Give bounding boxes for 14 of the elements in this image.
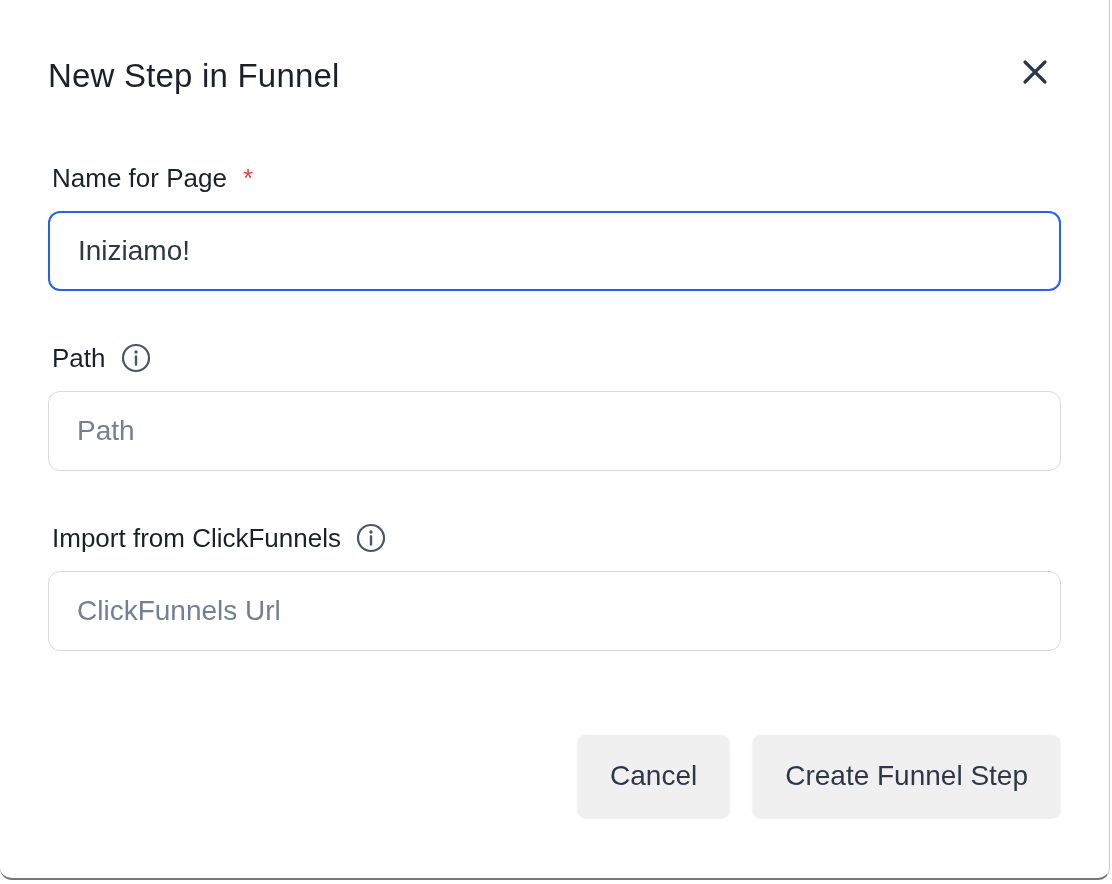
field-label: Name for Page — [52, 162, 227, 194]
close-icon — [1022, 59, 1048, 85]
info-icon[interactable] — [119, 342, 152, 374]
text-input[interactable]: Path — [48, 391, 1061, 471]
info-icon[interactable] — [354, 522, 387, 554]
close-button[interactable] — [1021, 58, 1049, 86]
field-label: Path — [52, 342, 106, 374]
text-input[interactable]: Iniziamo! — [48, 211, 1061, 291]
dialog-title: New Step in Funnel — [48, 57, 340, 95]
dialog-button[interactable]: Create Funnel Step — [753, 735, 1060, 817]
required-mark: * — [242, 162, 253, 194]
dialog-button[interactable]: Cancel — [578, 735, 730, 817]
text-input[interactable]: ClickFunnels Url — [48, 571, 1061, 651]
field-label: Import from ClickFunnels — [52, 522, 341, 554]
